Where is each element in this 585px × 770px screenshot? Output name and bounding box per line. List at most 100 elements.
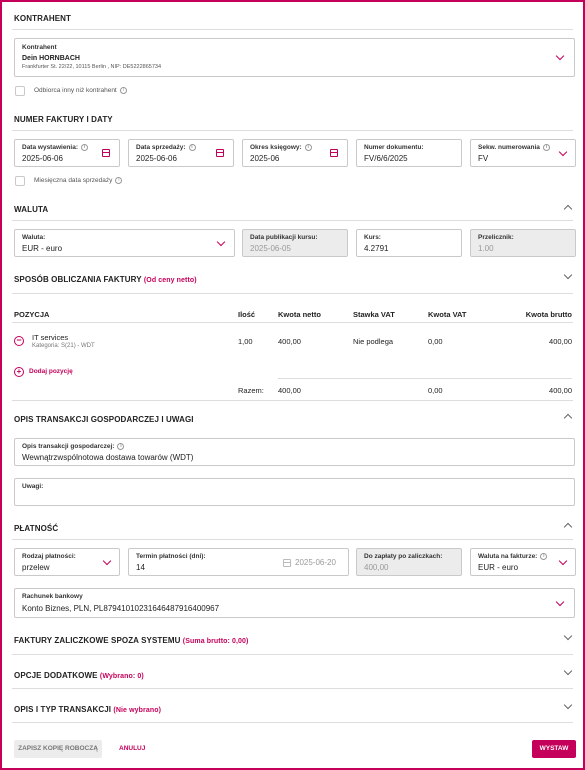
divider <box>278 378 572 379</box>
col-gross-header: Kwota brutto <box>525 310 572 319</box>
info-icon[interactable]: i <box>117 443 125 450</box>
currency-value: EUR - euro <box>22 244 63 253</box>
info-icon[interactable]: i <box>304 144 312 151</box>
sale-date-value: 2025-06-06 <box>136 154 177 163</box>
save-draft-button[interactable]: ZAPISZ KOPIĘ ROBOCZĄ <box>14 740 102 758</box>
item-gross: 400,00 <box>549 337 572 346</box>
add-position-label: Dodaj pozycję <box>29 368 73 375</box>
numbering-sequence-select[interactable]: Sekw. numerowania i FV <box>470 139 576 167</box>
payment-term-value: 14 <box>136 563 145 572</box>
options-section[interactable]: OPCJE DODATKOWE (Wybrano: 0) <box>14 671 144 680</box>
chevron-up-icon[interactable] <box>563 522 573 532</box>
cancel-button[interactable]: ANULUJ <box>119 745 145 752</box>
chevron-down-icon[interactable] <box>555 51 565 61</box>
document-number-field[interactable]: Numer dokumentu: FV/6/6/2025 <box>356 139 462 167</box>
calendar-icon[interactable] <box>216 149 224 157</box>
payment-due-date: 2025-06-20 <box>295 558 336 567</box>
divider <box>12 130 573 131</box>
chevron-down-icon[interactable] <box>563 270 573 280</box>
issue-date-field[interactable]: Data wystawienia: i 2025-06-06 <box>14 139 120 167</box>
accounting-period-field[interactable]: Okres księgowy: i 2025-06 <box>242 139 348 167</box>
calc-method-tag: (Od ceny netto) <box>143 277 197 284</box>
currency-select[interactable]: Waluta: EUR - euro <box>14 229 235 257</box>
chevron-down-icon[interactable] <box>558 556 568 566</box>
contractor-name: Dein HORNBACH <box>22 55 80 62</box>
calendar-icon[interactable] <box>283 559 291 567</box>
info-icon[interactable]: i <box>542 144 550 151</box>
payment-term-field[interactable]: Termin płatności (dni): 14 2025-06-20 <box>128 548 349 576</box>
bank-account-select[interactable]: Rachunek bankowy Konto Biznes, PLN, PL87… <box>14 588 575 618</box>
chevron-down-icon[interactable] <box>555 597 565 607</box>
item-vat: 0,00 <box>428 337 443 346</box>
transaction-type-section[interactable]: OPIS I TYP TRANSAKCJI (Nie wybrano) <box>14 705 161 714</box>
chevron-up-icon[interactable] <box>563 413 573 423</box>
advances-section[interactable]: FAKTURY ZALICZKOWE SPOZA SYSTEMU (Suma b… <box>14 636 248 645</box>
info-icon[interactable]: i <box>81 144 88 151</box>
transaction-type-title: OPIS I TYP TRANSAKCJI <box>14 705 112 714</box>
chevron-up-icon[interactable] <box>563 204 573 214</box>
info-icon[interactable]: i <box>188 144 196 151</box>
document-number-value: FV/6/6/2025 <box>364 154 408 163</box>
monthly-sale-date-checkbox[interactable] <box>15 176 25 186</box>
divider <box>12 220 573 221</box>
other-recipient-label: Odbiorca inny niż kontrahent i <box>34 87 127 94</box>
chevron-down-icon[interactable] <box>216 237 226 247</box>
payment-section-title: PŁATNOŚĆ <box>14 524 59 533</box>
divider <box>12 400 573 401</box>
remove-position-icon[interactable]: − <box>14 336 24 346</box>
converter-field: Przelicznik: 1.00 <box>470 229 576 257</box>
divider <box>12 293 573 294</box>
contractor-section-title: KONTRAHENT <box>14 14 71 23</box>
exchange-rate-field[interactable]: Kurs: 4.2791 <box>356 229 462 257</box>
contractor-label: Kontrahent <box>22 44 57 51</box>
converter-value: 1.00 <box>478 244 494 253</box>
rate-publication-date-field: Data publikacji kursu: 2025-06-05 <box>242 229 348 257</box>
sale-date-field[interactable]: Data sprzedaży: i 2025-06-06 <box>128 139 234 167</box>
contractor-select[interactable]: Kontrahent Dein HORNBACH Frankfurter St.… <box>14 38 575 77</box>
advances-title: FAKTURY ZALICZKOWE SPOZA SYSTEMU <box>14 636 181 645</box>
transaction-description-value: Wewnątrzwspólnotowa dostawa towarów (WDT… <box>22 453 194 462</box>
options-title: OPCJE DODATKOWE <box>14 671 98 680</box>
document-number-label: Numer dokumentu: <box>364 144 424 151</box>
totals-label: Razem: <box>238 386 264 395</box>
notes-field[interactable]: Uwagi: <box>14 478 575 506</box>
divider <box>12 29 573 30</box>
calc-method-section[interactable]: SPOSÓB OBLICZANIA FAKTURY (Od ceny netto… <box>14 275 197 284</box>
info-icon[interactable]: i <box>115 177 123 184</box>
exchange-rate-value: 4.2791 <box>364 244 389 253</box>
item-category: Kategoria: S(21) - WDT <box>32 343 95 349</box>
transaction-description-field[interactable]: Opis transakcji gospodarczej: i Wewnątrzw… <box>14 438 575 466</box>
chevron-down-icon[interactable] <box>563 700 573 710</box>
divider <box>12 322 573 323</box>
other-recipient-checkbox[interactable] <box>15 86 25 96</box>
payment-term-label: Termin płatności (dni): <box>136 553 206 560</box>
invoice-currency-label: Waluta na fakturze: i <box>478 553 548 560</box>
remaining-after-advances-field: Do zapłaty po zaliczkach: 400,00 <box>356 548 462 576</box>
payment-type-select[interactable]: Rodzaj płatności: przelew <box>14 548 120 576</box>
monthly-sale-date-label: Miesięczna data sprzedaży i <box>34 177 123 184</box>
col-vat-rate-header: Stawka VAT <box>353 310 395 319</box>
chevron-down-icon[interactable] <box>102 556 112 566</box>
item-vat-rate: Nie podlega <box>353 337 394 346</box>
accounting-period-label: Okres księgowy: i <box>250 144 312 151</box>
chevron-down-icon[interactable] <box>558 147 568 157</box>
numbering-sequence-value: FV <box>478 154 489 163</box>
exchange-rate-label: Kurs: <box>364 234 381 241</box>
currency-section-title: WALUTA <box>14 205 49 214</box>
item-name: IT services <box>32 333 69 342</box>
calendar-icon[interactable] <box>102 149 110 157</box>
invoice-form: KONTRAHENT Kontrahent Dein HORNBACH Fran… <box>0 0 585 770</box>
bank-account-value: Konto Biznes, PLN, PL8794101023164648791… <box>22 604 220 613</box>
invoice-currency-value: EUR - euro <box>478 563 519 572</box>
chevron-down-icon[interactable] <box>563 631 573 641</box>
options-tag: (Wybrano: 0) <box>99 673 144 680</box>
invoice-currency-select[interactable]: Waluta na fakturze: i EUR - euro <box>470 548 576 576</box>
info-icon[interactable]: i <box>540 553 548 560</box>
chevron-down-icon[interactable] <box>563 666 573 676</box>
advances-tag: (Suma brutto: 0,00) <box>182 638 249 645</box>
info-icon[interactable]: i <box>119 87 127 94</box>
calendar-icon[interactable] <box>330 149 338 157</box>
issue-button[interactable]: WYSTAW <box>532 740 576 758</box>
transaction-description-label: Opis transakcji gospodarczej: i <box>22 443 125 450</box>
issue-date-value: 2025-06-06 <box>22 154 63 163</box>
